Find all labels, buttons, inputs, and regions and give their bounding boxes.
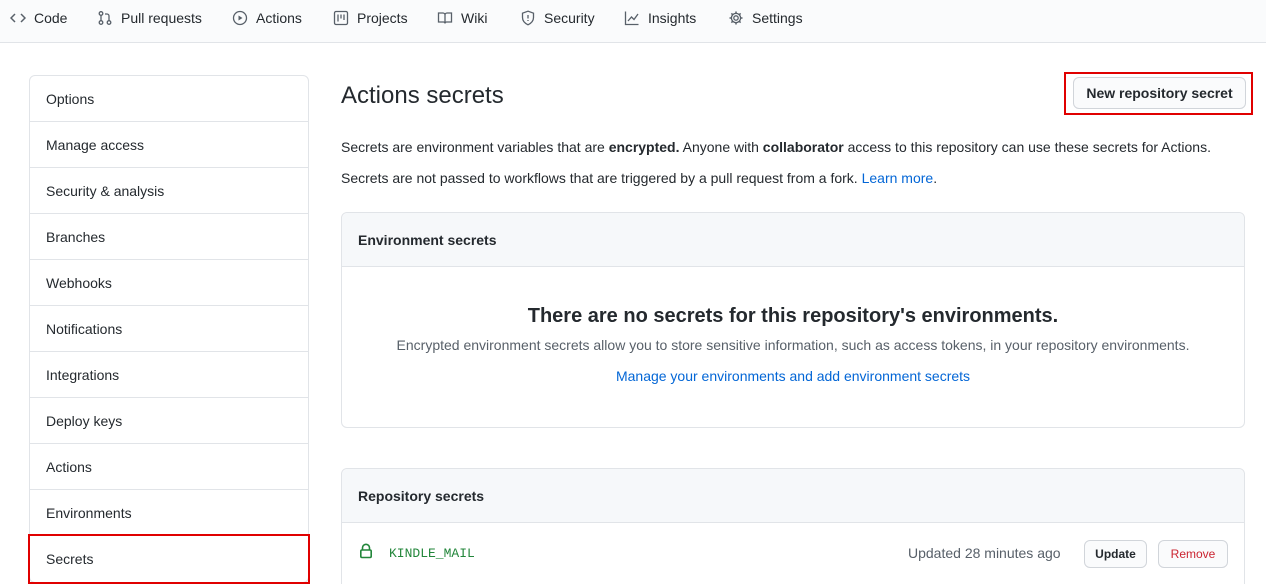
sidebar-item-label: Environments bbox=[46, 504, 132, 521]
gear-icon bbox=[728, 10, 744, 26]
environment-secrets-header: Environment secrets bbox=[342, 213, 1244, 267]
graph-icon bbox=[624, 10, 640, 26]
update-secret-button[interactable]: Update bbox=[1084, 540, 1147, 568]
tab-settings[interactable]: Settings bbox=[728, 0, 803, 36]
sidebar-item-security-analysis[interactable]: Security & analysis bbox=[30, 168, 308, 214]
tab-insights[interactable]: Insights bbox=[624, 0, 696, 36]
shield-icon bbox=[520, 10, 536, 26]
blankslate-description: Encrypted environment secrets allow you … bbox=[396, 337, 1190, 353]
tab-label: Projects bbox=[357, 10, 408, 26]
sidebar-item-label: Integrations bbox=[46, 366, 120, 383]
tab-projects[interactable]: Projects bbox=[333, 0, 408, 36]
secret-name: KINDLE_MAIL bbox=[389, 546, 475, 561]
repo-nav: Code Pull requests Actions Projects Wiki… bbox=[0, 0, 1266, 43]
fork-note-end: . bbox=[933, 170, 938, 186]
page-title: Actions secrets bbox=[341, 82, 504, 109]
sidebar-item-notifications[interactable]: Notifications bbox=[30, 306, 308, 352]
desc-bold-encrypted: encrypted. bbox=[608, 139, 680, 155]
project-icon bbox=[333, 10, 349, 26]
code-icon bbox=[10, 10, 26, 26]
lock-icon bbox=[359, 543, 373, 559]
book-icon bbox=[437, 10, 453, 26]
sidebar-item-webhooks[interactable]: Webhooks bbox=[30, 260, 308, 306]
sidebar-item-options[interactable]: Options bbox=[30, 76, 308, 122]
repository-secrets-header: Repository secrets bbox=[342, 469, 1244, 523]
tab-label: Pull requests bbox=[121, 10, 202, 26]
tab-wiki[interactable]: Wiki bbox=[437, 0, 487, 36]
learn-more-link[interactable]: Learn more bbox=[862, 170, 934, 186]
desc-bold-collaborator: collaborator bbox=[762, 139, 844, 155]
sidebar-item-secrets[interactable]: Secrets bbox=[28, 534, 310, 584]
desc-text: access to this repository can use these … bbox=[843, 139, 1211, 155]
sidebar-item-actions[interactable]: Actions bbox=[30, 444, 308, 490]
sidebar-item-label: Manage access bbox=[46, 136, 145, 153]
sidebar-item-manage-access[interactable]: Manage access bbox=[30, 122, 308, 168]
sidebar-item-label: Webhooks bbox=[46, 274, 112, 291]
settings-sidebar: Options Manage access Security & analysi… bbox=[28, 75, 310, 584]
environment-secrets-blankslate: There are no secrets for this repository… bbox=[342, 267, 1244, 427]
fork-note: Secrets are not passed to workflows that… bbox=[341, 170, 937, 186]
sidebar-item-branches[interactable]: Branches bbox=[30, 214, 308, 260]
sidebar-item-label: Secrets bbox=[46, 551, 94, 567]
manage-environments-link[interactable]: Manage your environments and add environ… bbox=[616, 368, 970, 384]
remove-secret-button[interactable]: Remove bbox=[1158, 540, 1228, 568]
tab-label: Settings bbox=[752, 10, 803, 26]
sidebar-item-deploy-keys[interactable]: Deploy keys bbox=[30, 398, 308, 444]
tab-code[interactable]: Code bbox=[10, 0, 67, 36]
tab-actions[interactable]: Actions bbox=[232, 0, 302, 36]
sidebar-item-label: Security & analysis bbox=[46, 182, 165, 199]
sidebar-item-label: Actions bbox=[46, 458, 92, 475]
tab-label: Security bbox=[544, 10, 595, 26]
tab-security[interactable]: Security bbox=[520, 0, 595, 36]
sidebar-item-environments[interactable]: Environments bbox=[30, 490, 308, 536]
sidebar-item-label: Notifications bbox=[46, 320, 123, 337]
highlight-box: New repository secret bbox=[1064, 72, 1253, 115]
tab-label: Actions bbox=[256, 10, 302, 26]
tab-label: Wiki bbox=[461, 10, 488, 26]
sidebar-item-label: Deploy keys bbox=[46, 412, 123, 429]
desc-text: Anyone with bbox=[679, 139, 763, 155]
git-pull-request-icon bbox=[97, 10, 113, 26]
sidebar-item-label: Branches bbox=[46, 228, 106, 245]
environment-secrets-box: Environment secrets There are no secrets… bbox=[341, 212, 1245, 428]
sidebar-item-label: Options bbox=[46, 90, 95, 107]
tab-pull-requests[interactable]: Pull requests bbox=[97, 0, 202, 36]
desc-text: Secrets are environment variables that a… bbox=[341, 139, 609, 155]
secret-updated-time: Updated 28 minutes ago bbox=[908, 545, 1061, 561]
tab-label: Insights bbox=[648, 10, 697, 26]
new-repository-secret-button[interactable]: New repository secret bbox=[1073, 77, 1246, 109]
sidebar-item-integrations[interactable]: Integrations bbox=[30, 352, 308, 398]
fork-note-text: Secrets are not passed to workflows that… bbox=[341, 170, 862, 186]
play-icon bbox=[232, 10, 248, 26]
tab-label: Code bbox=[34, 10, 68, 26]
blankslate-title: There are no secrets for this repository… bbox=[527, 305, 1059, 327]
secrets-description: Secrets are environment variables that a… bbox=[341, 139, 1211, 155]
secret-row: KINDLE_MAIL Updated 28 minutes ago Updat… bbox=[342, 523, 1244, 584]
repository-secrets-box: Repository secrets KINDLE_MAIL Updated 2… bbox=[341, 468, 1245, 584]
